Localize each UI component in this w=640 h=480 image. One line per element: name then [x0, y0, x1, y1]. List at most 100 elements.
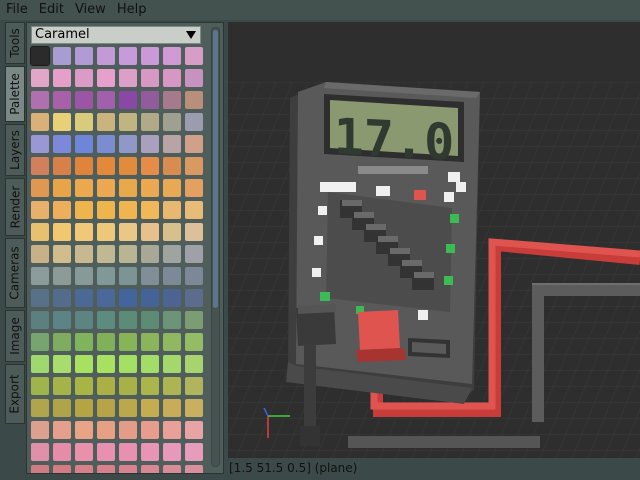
- tab-layers[interactable]: Layers: [5, 124, 25, 176]
- palette-swatch[interactable]: [53, 311, 71, 329]
- palette-swatch[interactable]: [31, 465, 49, 473]
- palette-swatch[interactable]: [163, 377, 181, 395]
- palette-swatch[interactable]: [97, 399, 115, 417]
- palette-swatch[interactable]: [141, 377, 159, 395]
- palette-swatch[interactable]: [31, 201, 49, 219]
- palette-swatch[interactable]: [141, 465, 159, 473]
- menu-view[interactable]: View: [69, 0, 111, 20]
- palette-swatch[interactable]: [119, 311, 137, 329]
- palette-swatch[interactable]: [53, 135, 71, 153]
- palette-swatch[interactable]: [185, 69, 203, 87]
- palette-swatch[interactable]: [97, 421, 115, 439]
- palette-swatch[interactable]: [185, 223, 203, 241]
- palette-swatch[interactable]: [163, 333, 181, 351]
- palette-scrollbar[interactable]: [211, 27, 220, 467]
- palette-swatch[interactable]: [141, 223, 159, 241]
- palette-swatch[interactable]: [119, 421, 137, 439]
- palette-swatch[interactable]: [141, 333, 159, 351]
- palette-swatch[interactable]: [185, 91, 203, 109]
- palette-swatch[interactable]: [163, 223, 181, 241]
- palette-swatch[interactable]: [31, 223, 49, 241]
- palette-swatch[interactable]: [97, 355, 115, 373]
- palette-swatch[interactable]: [75, 377, 93, 395]
- palette-swatch[interactable]: [185, 267, 203, 285]
- palette-swatch[interactable]: [97, 113, 115, 131]
- palette-swatch[interactable]: [163, 113, 181, 131]
- palette-swatch[interactable]: [53, 179, 71, 197]
- palette-swatch[interactable]: [31, 245, 49, 263]
- palette-swatch[interactable]: [185, 333, 203, 351]
- palette-swatch[interactable]: [163, 289, 181, 307]
- palette-swatch[interactable]: [75, 113, 93, 131]
- palette-swatch[interactable]: [75, 91, 93, 109]
- palette-swatch[interactable]: [141, 289, 159, 307]
- palette-swatch[interactable]: [141, 113, 159, 131]
- menu-edit[interactable]: Edit: [33, 0, 69, 20]
- palette-swatch[interactable]: [97, 47, 115, 65]
- palette-swatch[interactable]: [75, 201, 93, 219]
- palette-swatch[interactable]: [141, 91, 159, 109]
- palette-swatch[interactable]: [53, 267, 71, 285]
- palette-swatch[interactable]: [141, 157, 159, 175]
- palette-swatch[interactable]: [75, 69, 93, 87]
- palette-swatch[interactable]: [141, 135, 159, 153]
- palette-swatch[interactable]: [141, 245, 159, 263]
- palette-swatch[interactable]: [53, 201, 71, 219]
- palette-swatch[interactable]: [31, 91, 49, 109]
- palette-swatch[interactable]: [185, 311, 203, 329]
- palette-swatch[interactable]: [97, 223, 115, 241]
- palette-swatch[interactable]: [53, 69, 71, 87]
- palette-swatch[interactable]: [163, 157, 181, 175]
- palette-swatch[interactable]: [31, 311, 49, 329]
- palette-swatch[interactable]: [163, 91, 181, 109]
- palette-swatch[interactable]: [119, 113, 137, 131]
- palette-swatch[interactable]: [97, 333, 115, 351]
- tab-cameras[interactable]: Cameras: [5, 238, 25, 308]
- palette-swatch[interactable]: [163, 179, 181, 197]
- tab-render[interactable]: Render: [5, 178, 25, 236]
- palette-swatch[interactable]: [53, 289, 71, 307]
- palette-swatch[interactable]: [31, 333, 49, 351]
- palette-swatch[interactable]: [31, 135, 49, 153]
- palette-swatch[interactable]: [31, 421, 49, 439]
- palette-swatch[interactable]: [75, 245, 93, 263]
- palette-swatch[interactable]: [75, 465, 93, 473]
- palette-swatch[interactable]: [119, 355, 137, 373]
- palette-swatch[interactable]: [119, 223, 137, 241]
- palette-swatch[interactable]: [75, 443, 93, 461]
- palette-swatch[interactable]: [141, 355, 159, 373]
- palette-swatch[interactable]: [119, 201, 137, 219]
- tab-image[interactable]: Image: [5, 310, 25, 362]
- palette-swatch[interactable]: [97, 267, 115, 285]
- palette-dropdown[interactable]: Caramel: [31, 26, 201, 44]
- palette-swatch[interactable]: [97, 157, 115, 175]
- tab-palette[interactable]: Palette: [5, 66, 25, 122]
- tab-export[interactable]: Export: [5, 364, 25, 424]
- palette-swatch[interactable]: [53, 355, 71, 373]
- palette-swatch[interactable]: [163, 135, 181, 153]
- palette-swatch[interactable]: [97, 201, 115, 219]
- palette-swatch[interactable]: [75, 135, 93, 153]
- palette-swatch[interactable]: [119, 47, 137, 65]
- palette-swatch[interactable]: [163, 267, 181, 285]
- palette-swatch[interactable]: [141, 443, 159, 461]
- palette-swatch[interactable]: [163, 355, 181, 373]
- palette-swatch[interactable]: [163, 201, 181, 219]
- palette-swatch[interactable]: [119, 399, 137, 417]
- palette-swatch[interactable]: [53, 399, 71, 417]
- palette-swatch[interactable]: [97, 465, 115, 473]
- palette-swatch[interactable]: [31, 157, 49, 175]
- palette-swatch[interactable]: [75, 267, 93, 285]
- palette-swatch[interactable]: [185, 135, 203, 153]
- palette-swatch[interactable]: [75, 289, 93, 307]
- palette-swatch[interactable]: [97, 245, 115, 263]
- palette-swatch[interactable]: [185, 157, 203, 175]
- 3d-viewport[interactable]: 17.0: [228, 22, 640, 458]
- palette-swatch[interactable]: [97, 69, 115, 87]
- palette-swatch[interactable]: [75, 157, 93, 175]
- palette-swatch[interactable]: [141, 201, 159, 219]
- palette-swatch[interactable]: [97, 91, 115, 109]
- palette-swatch[interactable]: [185, 201, 203, 219]
- palette-swatch[interactable]: [75, 355, 93, 373]
- palette-swatch[interactable]: [97, 311, 115, 329]
